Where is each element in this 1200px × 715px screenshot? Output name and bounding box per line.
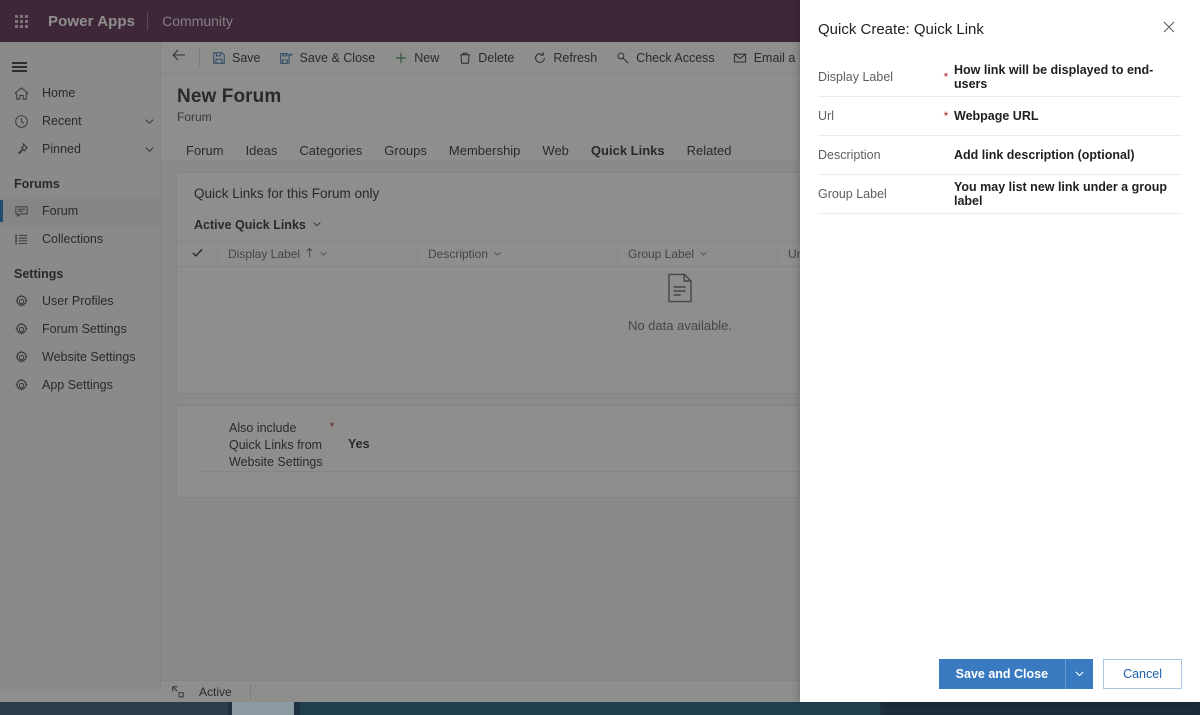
close-button[interactable]	[1154, 14, 1184, 44]
field-label: Url	[818, 109, 834, 123]
required-indicator: *	[943, 70, 949, 84]
taskbar-segment	[884, 702, 1200, 715]
close-icon	[1162, 20, 1176, 39]
taskbar-segment	[0, 702, 228, 715]
field-group-label: Group Label You may list new link under …	[818, 175, 1182, 214]
url-input[interactable]: Webpage URL	[954, 109, 1182, 123]
taskbar-segment	[232, 702, 294, 715]
field-display-label: Display Label * How link will be display…	[818, 58, 1182, 97]
description-input[interactable]: Add link description (optional)	[954, 148, 1182, 162]
field-description: Description Add link description (option…	[818, 136, 1182, 175]
panel-header: Quick Create: Quick Link	[800, 0, 1200, 58]
save-and-close-button[interactable]: Save and Close	[938, 659, 1066, 689]
field-label: Group Label	[818, 187, 887, 201]
quick-create-panel: Quick Create: Quick Link Display Label *…	[800, 0, 1200, 702]
field-label: Display Label	[818, 70, 894, 84]
save-options-button[interactable]	[1065, 659, 1094, 689]
save-and-close-split-button: Save and Close	[938, 659, 1094, 689]
app-root: Power Apps Community Home Recent	[0, 0, 1200, 715]
os-taskbar	[0, 702, 1200, 715]
field-label: Description	[818, 148, 881, 162]
group-label-input[interactable]: You may list new link under a group labe…	[954, 180, 1182, 208]
panel-form: Display Label * How link will be display…	[800, 58, 1200, 214]
field-url: Url * Webpage URL	[818, 97, 1182, 136]
required-indicator: *	[943, 109, 949, 123]
cancel-button[interactable]: Cancel	[1103, 659, 1182, 689]
taskbar-segment	[300, 702, 880, 715]
chevron-down-icon	[1074, 667, 1085, 682]
panel-title: Quick Create: Quick Link	[818, 20, 984, 38]
display-label-input[interactable]: How link will be displayed to end-users	[954, 63, 1182, 91]
panel-footer: Save and Close Cancel	[800, 646, 1200, 702]
modal-overlay[interactable]	[0, 0, 800, 702]
